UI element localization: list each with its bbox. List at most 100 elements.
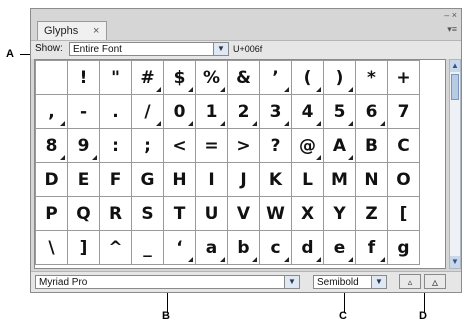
glyph-cell[interactable]: Q bbox=[67, 196, 100, 231]
panel-menu-icon[interactable]: ▾≡ bbox=[444, 25, 457, 34]
glyph-cell[interactable]: _ bbox=[131, 230, 164, 265]
glyph-cell[interactable]: 9 bbox=[67, 128, 100, 163]
chevron-down-icon[interactable]: ▼ bbox=[371, 276, 386, 288]
glyph-cell[interactable]: % bbox=[195, 60, 228, 95]
glyph-cell[interactable]: X bbox=[291, 196, 324, 231]
font-family-dropdown[interactable]: Myriad Pro ▼ bbox=[35, 275, 300, 289]
zoom-in-button[interactable]: ▵ bbox=[424, 274, 446, 289]
glyph-cell[interactable]: e bbox=[323, 230, 356, 265]
glyph-cell[interactable]: f bbox=[355, 230, 388, 265]
glyph-cell[interactable]: R bbox=[99, 196, 132, 231]
chevron-down-icon[interactable]: ▼ bbox=[213, 43, 228, 55]
glyph-scrollbar[interactable]: ▲ ▼ bbox=[449, 59, 461, 269]
glyph-cell[interactable]: & bbox=[227, 60, 260, 95]
glyph-cell[interactable]: 8 bbox=[35, 128, 68, 163]
glyph-cell[interactable]: - bbox=[67, 94, 100, 129]
glyph-cell[interactable]: 3 bbox=[259, 94, 292, 129]
glyph-cell[interactable]: M bbox=[323, 162, 356, 197]
glyph-cell[interactable]: \ bbox=[35, 230, 68, 265]
callout-a: A bbox=[6, 48, 14, 60]
glyph-cell[interactable]: E bbox=[67, 162, 100, 197]
glyph-cell[interactable]: # bbox=[131, 60, 164, 95]
glyph-cell[interactable]: A bbox=[323, 128, 356, 163]
glyph-cell[interactable]: " bbox=[99, 60, 132, 95]
glyph-cell[interactable]: D bbox=[35, 162, 68, 197]
glyph-cell[interactable]: C bbox=[387, 128, 420, 163]
alternates-marker-icon bbox=[380, 257, 385, 262]
glyph-cell[interactable]: @ bbox=[291, 128, 324, 163]
zoom-out-button[interactable]: ▵ bbox=[399, 274, 421, 289]
glyph-cell[interactable]: ‘ bbox=[163, 230, 196, 265]
glyph-cell[interactable]: U bbox=[195, 196, 228, 231]
glyph-cell[interactable]: + bbox=[387, 60, 420, 95]
glyph-cell[interactable]: I bbox=[195, 162, 228, 197]
alternates-marker-icon bbox=[348, 87, 353, 92]
glyph-cell[interactable]: V bbox=[227, 196, 260, 231]
glyph-cell[interactable]: b bbox=[227, 230, 260, 265]
glyph-cell[interactable]: / bbox=[131, 94, 164, 129]
glyph-cell[interactable]: 5 bbox=[323, 94, 356, 129]
glyph-cell[interactable]: G bbox=[131, 162, 164, 197]
glyph-cell[interactable]: . bbox=[99, 94, 132, 129]
glyph-cell[interactable]: > bbox=[227, 128, 260, 163]
show-dropdown[interactable]: Entire Font ▼ bbox=[69, 42, 229, 56]
tab-glyphs[interactable]: Glyphs × bbox=[37, 21, 107, 41]
glyph-cell[interactable]: ^ bbox=[99, 230, 132, 265]
scroll-thumb[interactable] bbox=[451, 74, 459, 100]
glyph-cell[interactable]: = bbox=[195, 128, 228, 163]
alternates-marker-icon bbox=[92, 155, 97, 160]
glyph-cell[interactable]: N bbox=[355, 162, 388, 197]
panel-controls-label[interactable]: – × bbox=[444, 11, 457, 20]
glyph-cell[interactable]: Z bbox=[355, 196, 388, 231]
glyph-cell[interactable]: 0 bbox=[163, 94, 196, 129]
glyph-row: P Q R S T U V W X Y Z[ bbox=[35, 196, 420, 231]
glyph-cell[interactable]: 7 bbox=[387, 94, 420, 129]
glyph-cell[interactable]: ! bbox=[67, 60, 100, 95]
unicode-readout: U+006f bbox=[233, 44, 263, 54]
glyph-cell[interactable]: ; bbox=[131, 128, 164, 163]
chevron-down-icon[interactable]: ▼ bbox=[284, 276, 299, 288]
glyph-cell[interactable]: P bbox=[35, 196, 68, 231]
scroll-down-icon[interactable]: ▼ bbox=[450, 256, 460, 268]
tab-close-icon[interactable]: × bbox=[93, 22, 99, 41]
glyph-cell[interactable]: H bbox=[163, 162, 196, 197]
glyph-cell[interactable]: , bbox=[35, 94, 68, 129]
glyph-cell[interactable]: S bbox=[131, 196, 164, 231]
glyph-cell[interactable]: J bbox=[227, 162, 260, 197]
alternates-marker-icon bbox=[220, 121, 225, 126]
glyph-cell[interactable]: d bbox=[291, 230, 324, 265]
glyph-cell[interactable]: g bbox=[387, 230, 420, 265]
alternates-marker-icon bbox=[348, 257, 353, 262]
glyph-cell[interactable]: 2 bbox=[227, 94, 260, 129]
glyph-cell[interactable]: Y bbox=[323, 196, 356, 231]
glyph-cell[interactable] bbox=[35, 60, 68, 95]
alternates-marker-icon bbox=[220, 87, 225, 92]
glyph-cell[interactable]: ? bbox=[259, 128, 292, 163]
glyph-cell[interactable]: 1 bbox=[195, 94, 228, 129]
glyph-cell[interactable]: 6 bbox=[355, 94, 388, 129]
glyph-row: ! " # $% &’() * + bbox=[35, 60, 420, 95]
scroll-up-icon[interactable]: ▲ bbox=[450, 60, 460, 72]
glyph-cell[interactable]: ] bbox=[67, 230, 100, 265]
zoom-out-icon: ▵ bbox=[407, 277, 413, 287]
glyph-cell[interactable]: * bbox=[355, 60, 388, 95]
glyph-cell[interactable]: O bbox=[387, 162, 420, 197]
glyph-cell[interactable]: ( bbox=[291, 60, 324, 95]
glyph-cell[interactable]: $ bbox=[163, 60, 196, 95]
glyph-cell[interactable]: ’ bbox=[259, 60, 292, 95]
panel-window-controls[interactable]: – × ▾≡ bbox=[444, 11, 457, 34]
glyph-cell[interactable]: F bbox=[99, 162, 132, 197]
glyph-cell[interactable]: L bbox=[291, 162, 324, 197]
glyph-cell[interactable]: ) bbox=[323, 60, 356, 95]
glyph-cell[interactable]: B bbox=[355, 128, 388, 163]
font-style-dropdown[interactable]: Semibold ▼ bbox=[313, 275, 387, 289]
glyph-cell[interactable]: [ bbox=[387, 196, 420, 231]
glyph-cell[interactable]: a bbox=[195, 230, 228, 265]
glyph-cell[interactable]: 4 bbox=[291, 94, 324, 129]
glyph-cell[interactable]: c bbox=[259, 230, 292, 265]
glyph-cell[interactable]: K bbox=[259, 162, 292, 197]
glyph-cell[interactable]: T bbox=[163, 196, 196, 231]
glyph-cell[interactable]: W bbox=[259, 196, 292, 231]
glyph-cell[interactable]: : bbox=[99, 128, 132, 163]
glyph-cell[interactable]: < bbox=[163, 128, 196, 163]
